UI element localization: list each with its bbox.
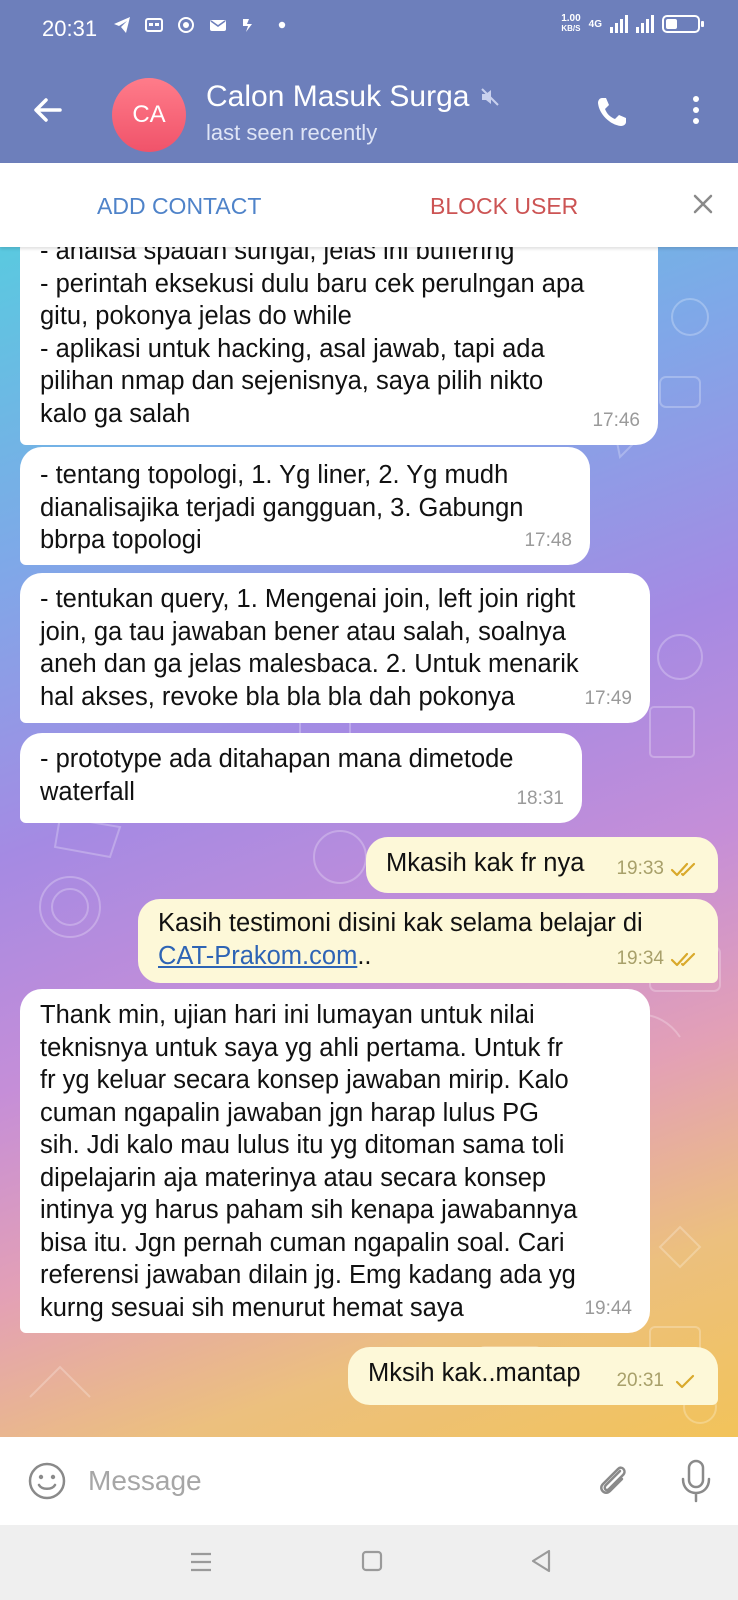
action-bar: ADD CONTACT BLOCK USER bbox=[0, 163, 738, 247]
network-speed: 1.00 KB/S bbox=[561, 14, 580, 34]
double-check-icon bbox=[670, 862, 696, 876]
phone-icon[interactable] bbox=[592, 92, 632, 132]
battery-icon bbox=[662, 15, 704, 33]
app-icon bbox=[178, 17, 194, 33]
message-time: 19:34 bbox=[616, 947, 664, 969]
network-speed-value: 1.00 bbox=[561, 13, 581, 24]
signal-icon-2 bbox=[636, 15, 654, 33]
message-input[interactable] bbox=[88, 1459, 558, 1503]
attach-icon[interactable] bbox=[592, 1459, 634, 1501]
mute-icon bbox=[481, 88, 500, 106]
recent-apps-icon[interactable] bbox=[188, 1549, 214, 1575]
message-text: Thank min, ujian hari ini lumayan untuk … bbox=[40, 1001, 578, 1322]
dot-icon bbox=[278, 21, 286, 29]
message-bubble-incoming[interactable]: - tentang topologi, 1. Yg liner, 2. Yg m… bbox=[20, 447, 590, 565]
message-bubble-incoming[interactable]: Thank min, ujian hari ini lumayan untuk … bbox=[20, 989, 650, 1333]
avatar[interactable]: CA bbox=[112, 78, 186, 152]
messenger-icon bbox=[243, 19, 252, 32]
message-meta: 19:44 bbox=[584, 1293, 632, 1326]
signal-icon bbox=[610, 15, 628, 33]
chat-title: Calon Masuk Surga bbox=[206, 80, 470, 113]
message-meta: 19:33 bbox=[616, 853, 700, 886]
status-time: 20:31 bbox=[42, 16, 98, 41]
message-meta: 18:31 bbox=[516, 783, 564, 816]
add-contact-button[interactable]: ADD CONTACT bbox=[97, 193, 261, 220]
message-bubble-incoming[interactable]: - prototype ada ditahapan mana dimetode … bbox=[20, 733, 582, 823]
back-arrow-icon[interactable] bbox=[28, 90, 68, 130]
message-bubble-incoming[interactable]: - analisa spadan sungai, jelas ini buffe… bbox=[20, 247, 658, 445]
message-meta: 20:31 bbox=[616, 1365, 700, 1398]
close-icon[interactable] bbox=[688, 189, 718, 219]
message-time: 18:31 bbox=[516, 787, 564, 809]
microphone-icon[interactable] bbox=[676, 1457, 716, 1505]
chat-title-row[interactable]: Calon Masuk Surga bbox=[206, 80, 501, 114]
telegram-icon bbox=[114, 17, 130, 33]
chat-area[interactable]: - analisa spadan sungai, jelas ini buffe… bbox=[0, 247, 738, 1437]
message-text: - analisa spadan sungai, jelas ini buffe… bbox=[40, 247, 585, 428]
message-text: - tentang topologi, 1. Yg liner, 2. Yg m… bbox=[40, 461, 524, 554]
message-time: 20:31 bbox=[616, 1369, 664, 1391]
message-composer bbox=[0, 1437, 738, 1525]
message-time: 19:33 bbox=[616, 857, 664, 879]
message-time: 17:46 bbox=[592, 409, 640, 431]
emoji-icon[interactable] bbox=[26, 1460, 68, 1502]
home-icon[interactable] bbox=[360, 1549, 384, 1573]
message-meta: 17:48 bbox=[524, 525, 572, 558]
message-text-part: .. bbox=[357, 941, 372, 970]
message-time: 17:49 bbox=[584, 687, 632, 709]
status-right: 1.00 KB/S 4G bbox=[561, 14, 704, 34]
status-bar: 20:31 1.00 KB/S 4G bbox=[0, 0, 738, 58]
message-text: - prototype ada ditahapan mana dimetode … bbox=[40, 745, 514, 806]
more-options-icon[interactable] bbox=[676, 94, 716, 134]
message-meta: 17:49 bbox=[584, 683, 632, 716]
message-icon bbox=[145, 18, 163, 32]
chat-header: CA Calon Masuk Surga last seen recently bbox=[0, 58, 738, 163]
block-user-button[interactable]: BLOCK USER bbox=[430, 193, 578, 220]
chat-status: last seen recently bbox=[206, 120, 378, 145]
message-link[interactable]: CAT-Prakom.com bbox=[158, 942, 357, 970]
nav-back-icon[interactable] bbox=[528, 1547, 554, 1575]
network-speed-unit: KB/S bbox=[561, 24, 581, 33]
check-icon bbox=[675, 1374, 695, 1388]
system-nav-bar bbox=[0, 1525, 738, 1600]
message-text: - tentukan query, 1. Mengenai join, left… bbox=[40, 585, 579, 711]
message-bubble-outgoing[interactable]: Mksih kak..mantap 20:31 bbox=[348, 1347, 718, 1405]
message-bubble-outgoing[interactable]: Mkasih kak fr nya 19:33 bbox=[366, 837, 718, 893]
message-text-part: Kasih testimoni disini kak selama belaja… bbox=[158, 909, 643, 937]
message-bubble-incoming[interactable]: - tentukan query, 1. Mengenai join, left… bbox=[20, 573, 650, 723]
double-check-icon bbox=[670, 952, 696, 966]
message-meta: 17:46 bbox=[592, 405, 640, 438]
network-type: 4G bbox=[588, 18, 602, 30]
message-time: 17:48 bbox=[524, 529, 572, 551]
avatar-initials: CA bbox=[132, 101, 166, 128]
notification-icons bbox=[112, 15, 292, 35]
message-time: 19:44 bbox=[584, 1297, 632, 1319]
message-bubble-outgoing[interactable]: Kasih testimoni disini kak selama belaja… bbox=[138, 899, 718, 983]
mail-icon bbox=[210, 20, 226, 31]
message-meta: 19:34 bbox=[616, 943, 700, 976]
